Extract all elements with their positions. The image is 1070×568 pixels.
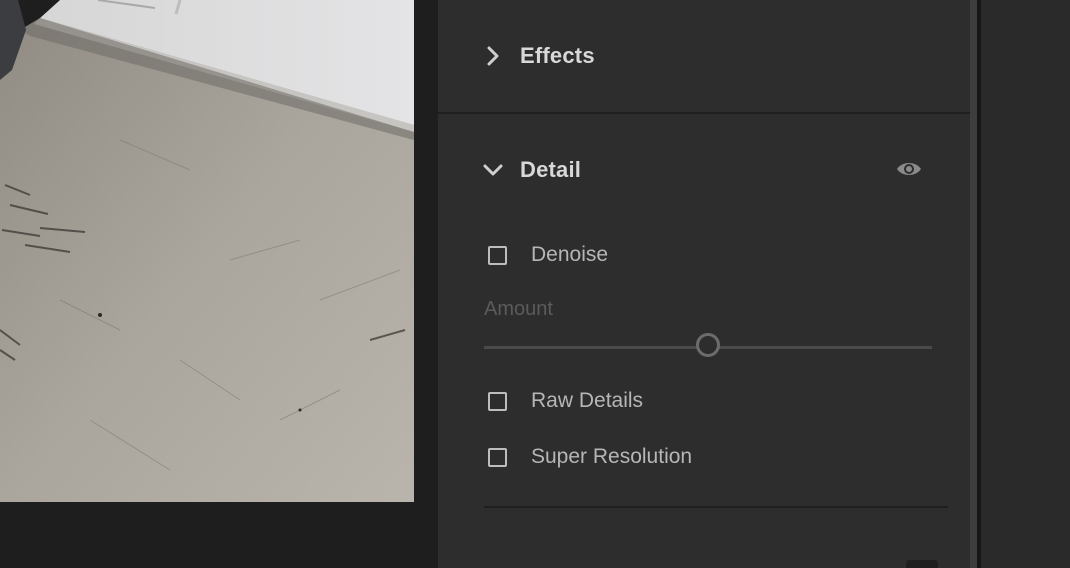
tool-strip — [981, 0, 1070, 568]
effects-section-title: Effects — [520, 43, 595, 68]
section-divider — [438, 112, 970, 114]
super-resolution-toggle[interactable]: Super Resolution — [488, 442, 692, 472]
denoise-checkbox[interactable] — [488, 245, 507, 265]
super-resolution-checkbox[interactable] — [488, 447, 507, 467]
app-window: Effects Detail Denoise Amount Raw Detail… — [0, 0, 1070, 568]
eye-icon[interactable] — [894, 156, 924, 182]
super-resolution-label: Super Resolution — [531, 445, 693, 468]
denoise-label: Denoise — [531, 243, 609, 266]
raw-details-checkbox[interactable] — [488, 391, 507, 411]
amount-label: Amount — [484, 298, 553, 320]
denoise-toggle[interactable]: Denoise — [488, 240, 608, 270]
detail-divider — [484, 506, 948, 508]
raw-details-label: Raw Details — [531, 389, 644, 412]
detail-section-header[interactable]: Detail — [438, 140, 970, 200]
chevron-right-icon — [482, 45, 504, 67]
effects-section-header[interactable]: Effects — [438, 26, 970, 86]
edit-panel: Effects Detail Denoise Amount Raw Detail… — [438, 0, 970, 568]
raw-details-toggle[interactable]: Raw Details — [488, 386, 643, 416]
panel-scrollbar[interactable] — [970, 0, 977, 568]
partial-control — [906, 560, 938, 568]
amount-slider-thumb[interactable] — [696, 333, 720, 357]
photo-preview — [0, 0, 414, 502]
detail-section-title: Detail — [520, 157, 582, 182]
image-canvas[interactable] — [0, 0, 438, 568]
chevron-down-icon — [482, 159, 504, 181]
